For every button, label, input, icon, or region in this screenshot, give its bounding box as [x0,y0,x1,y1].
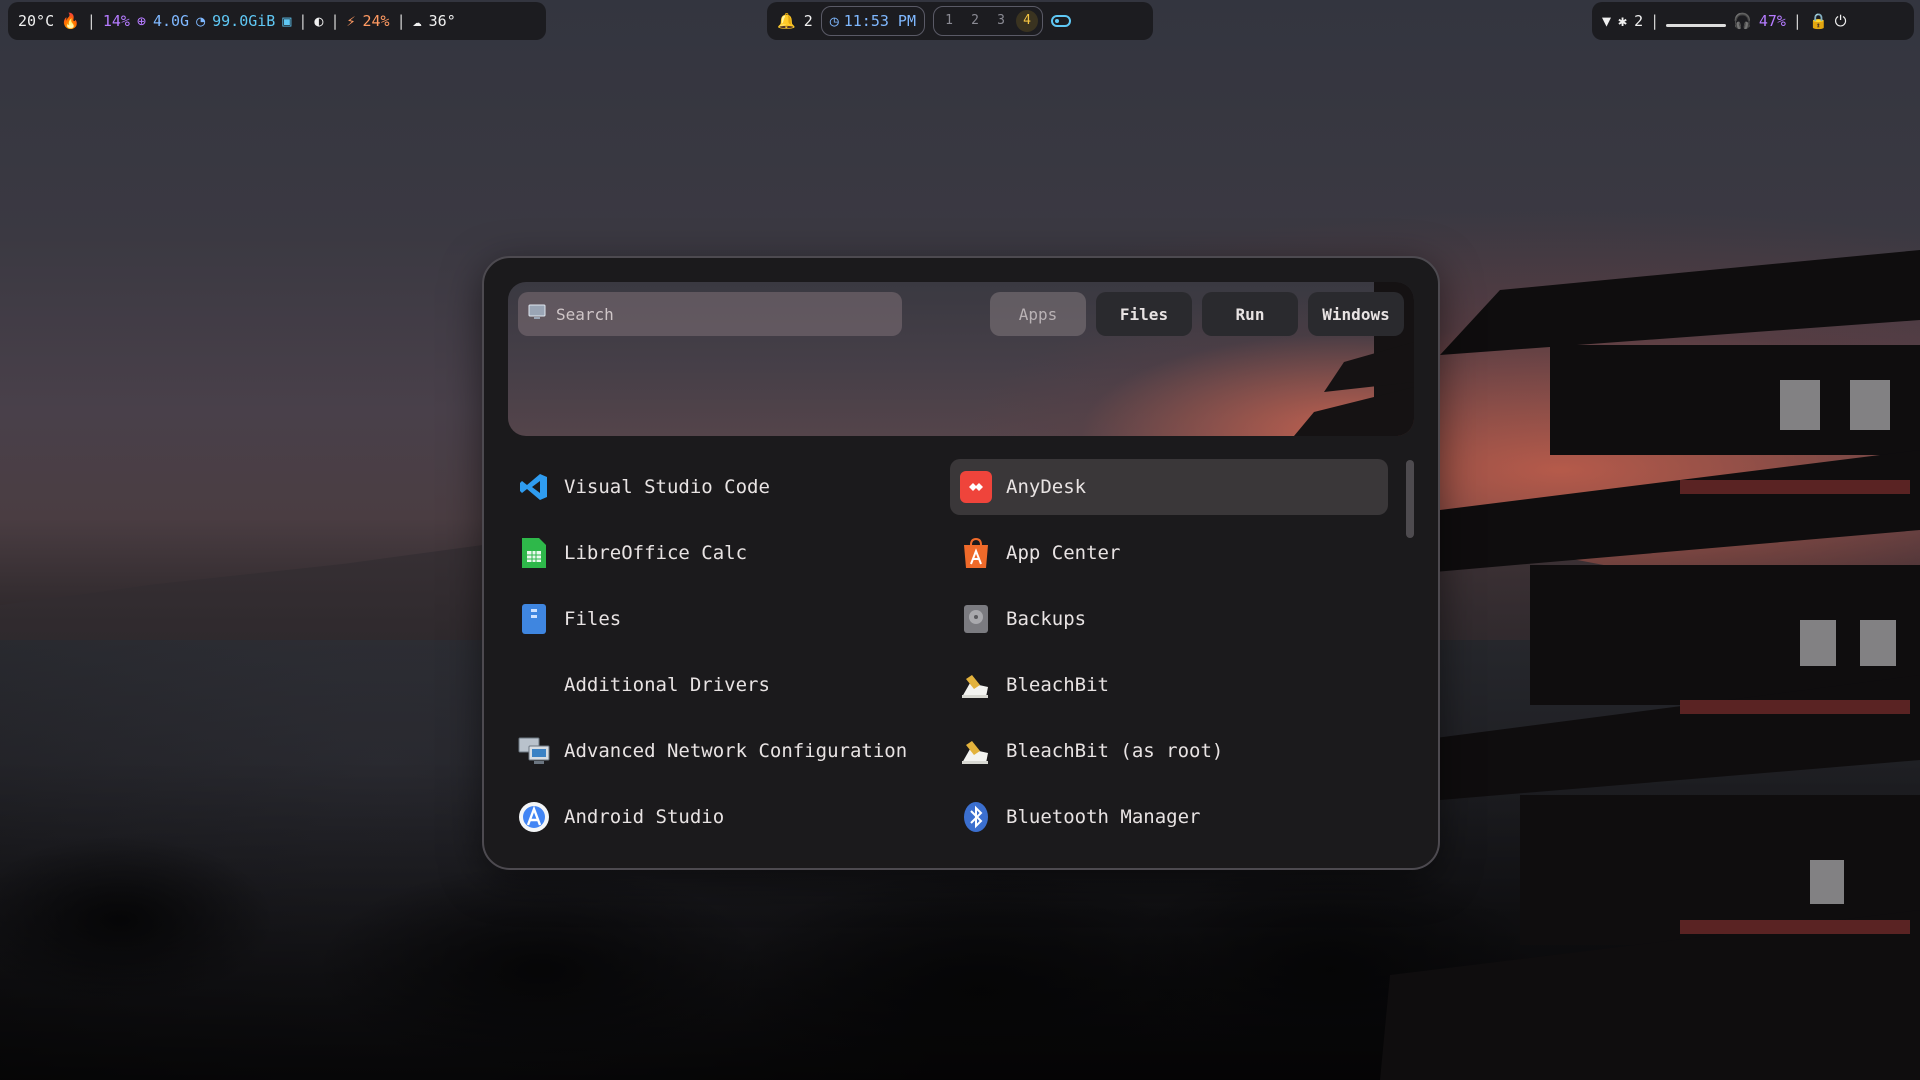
status-bar-right: ▼ ✱ 2 | 🎧 47% | 🔒 ⏻ [1592,2,1914,40]
separator: | [330,12,340,30]
power-usage: 24% [362,12,390,30]
monitor-icon [528,304,546,324]
app-name: Bluetooth Manager [1006,806,1201,828]
backups-icon [960,603,992,635]
headphones-icon[interactable]: 🎧 [1733,12,1752,30]
additional-drivers-icon [518,669,550,701]
app-item-bleachbit[interactable]: BleachBit [950,657,1388,713]
cpu-usage: 14% [102,12,130,30]
app-item-anydesk[interactable]: AnyDesk [950,459,1388,515]
clock-time: 11:53 PM [843,12,916,30]
app-item-visual-studio-code[interactable]: Visual Studio Code [508,459,946,515]
app-name: BleachBit [1006,674,1109,696]
app-item-additional-drivers[interactable]: Additional Drivers [508,657,946,713]
bluetooth-icon[interactable]: ✱ [1618,12,1627,30]
notification-count[interactable]: 2 [804,12,813,30]
app-list-scrollbar[interactable] [1406,460,1414,538]
app-name: Backups [1006,608,1087,630]
app-name: Additional Drivers [564,674,770,696]
clock[interactable]: ◷ 11:53 PM [820,6,925,36]
app-item-bluetooth-manager[interactable]: Bluetooth Manager [950,789,1388,845]
wifi-icon[interactable]: ▼ [1602,12,1611,30]
workspace-1[interactable]: 1 [938,10,960,32]
clock-icon: ◷ [829,12,839,30]
app-item-libreoffice-calc[interactable]: LibreOffice Calc [508,525,946,581]
separator: | [86,12,96,30]
vscode-icon [518,471,550,503]
bluetooth-count: 2 [1634,12,1644,30]
network-config-icon [518,735,550,767]
app-name: LibreOffice Calc [564,542,748,564]
bleachbit-root-icon [960,735,992,767]
weather-icon: ☁ [412,12,422,30]
app-name: Visual Studio Code [564,476,770,498]
disk-icon: ▣ [282,12,292,30]
tab-apps[interactable]: Apps [990,292,1086,336]
bluetooth-icon [960,801,992,833]
tab-windows[interactable]: Windows [1308,292,1404,336]
app-item-backups[interactable]: Backups [950,591,1388,647]
status-bar-left: 20°C 🔥 | 14% ⊕ 4.0G ◔ 99.0GiB ▣ | ◐ | ⚡ … [8,2,546,40]
wallpaper-pagoda [1380,250,1920,1080]
temperature-readout: 20°C [18,12,55,30]
app-center-icon [960,537,992,569]
search-input[interactable] [556,304,876,324]
brightness-icon: ◐ [314,12,324,30]
tab-run[interactable]: Run [1202,292,1298,336]
app-item-app-center[interactable]: App Center [950,525,1388,581]
app-grid: Visual Studio Code AnyDesk LibreOffice C… [508,454,1388,850]
weather-temperature: 36° [428,12,456,30]
launcher-banner: Apps Files Run Windows [508,282,1414,436]
app-name: App Center [1006,542,1121,564]
workspace-switcher: 1 2 3 4 [933,6,1043,36]
app-item-bleachbit-as-root[interactable]: BleachBit (as root) [950,723,1388,779]
android-studio-icon [518,801,550,833]
cpu-icon: ⊕ [136,12,146,30]
app-name: Android Studio [564,806,725,828]
status-bar-center: 🔔 2 ◷ 11:53 PM 1 2 3 4 [767,2,1153,40]
memory-icon: ◔ [196,12,206,30]
app-name: Advanced Network Configuration [564,740,908,762]
lock-icon[interactable]: 🔒 [1809,12,1828,30]
files-icon [518,603,550,635]
memory-usage: 4.0G [152,12,190,30]
bleachbit-icon [960,669,992,701]
workspace-4[interactable]: 4 [1016,10,1038,32]
separator: | [396,12,406,30]
separator: | [298,12,308,30]
audio-level[interactable]: 47% [1759,12,1786,30]
toggle-icon[interactable] [1051,15,1071,27]
app-name: Files [564,608,622,630]
media-progress-bar[interactable] [1666,23,1727,27]
search-bar[interactable] [518,292,902,336]
app-item-advanced-network-configuration[interactable]: Advanced Network Configuration [508,723,946,779]
disk-usage: 99.0GiB [212,12,276,30]
workspace-3[interactable]: 3 [990,10,1012,32]
app-name: BleachBit (as root) [1006,740,1224,762]
power-button-icon[interactable]: ⏻ [1835,12,1847,30]
libreoffice-calc-icon [518,537,550,569]
workspace-2[interactable]: 2 [964,10,986,32]
anydesk-icon [960,471,992,503]
flame-icon: 🔥 [61,12,80,30]
app-item-android-studio[interactable]: Android Studio [508,789,946,845]
app-launcher: Apps Files Run Windows Visual Studio Cod… [482,256,1440,870]
app-item-files[interactable]: Files [508,591,946,647]
separator: | [1650,12,1660,30]
tab-files[interactable]: Files [1096,292,1192,336]
power-icon: ⚡ [346,12,356,30]
app-name: AnyDesk [1006,476,1087,498]
notification-bell-icon[interactable]: 🔔 [777,12,796,30]
separator: | [1792,12,1802,30]
